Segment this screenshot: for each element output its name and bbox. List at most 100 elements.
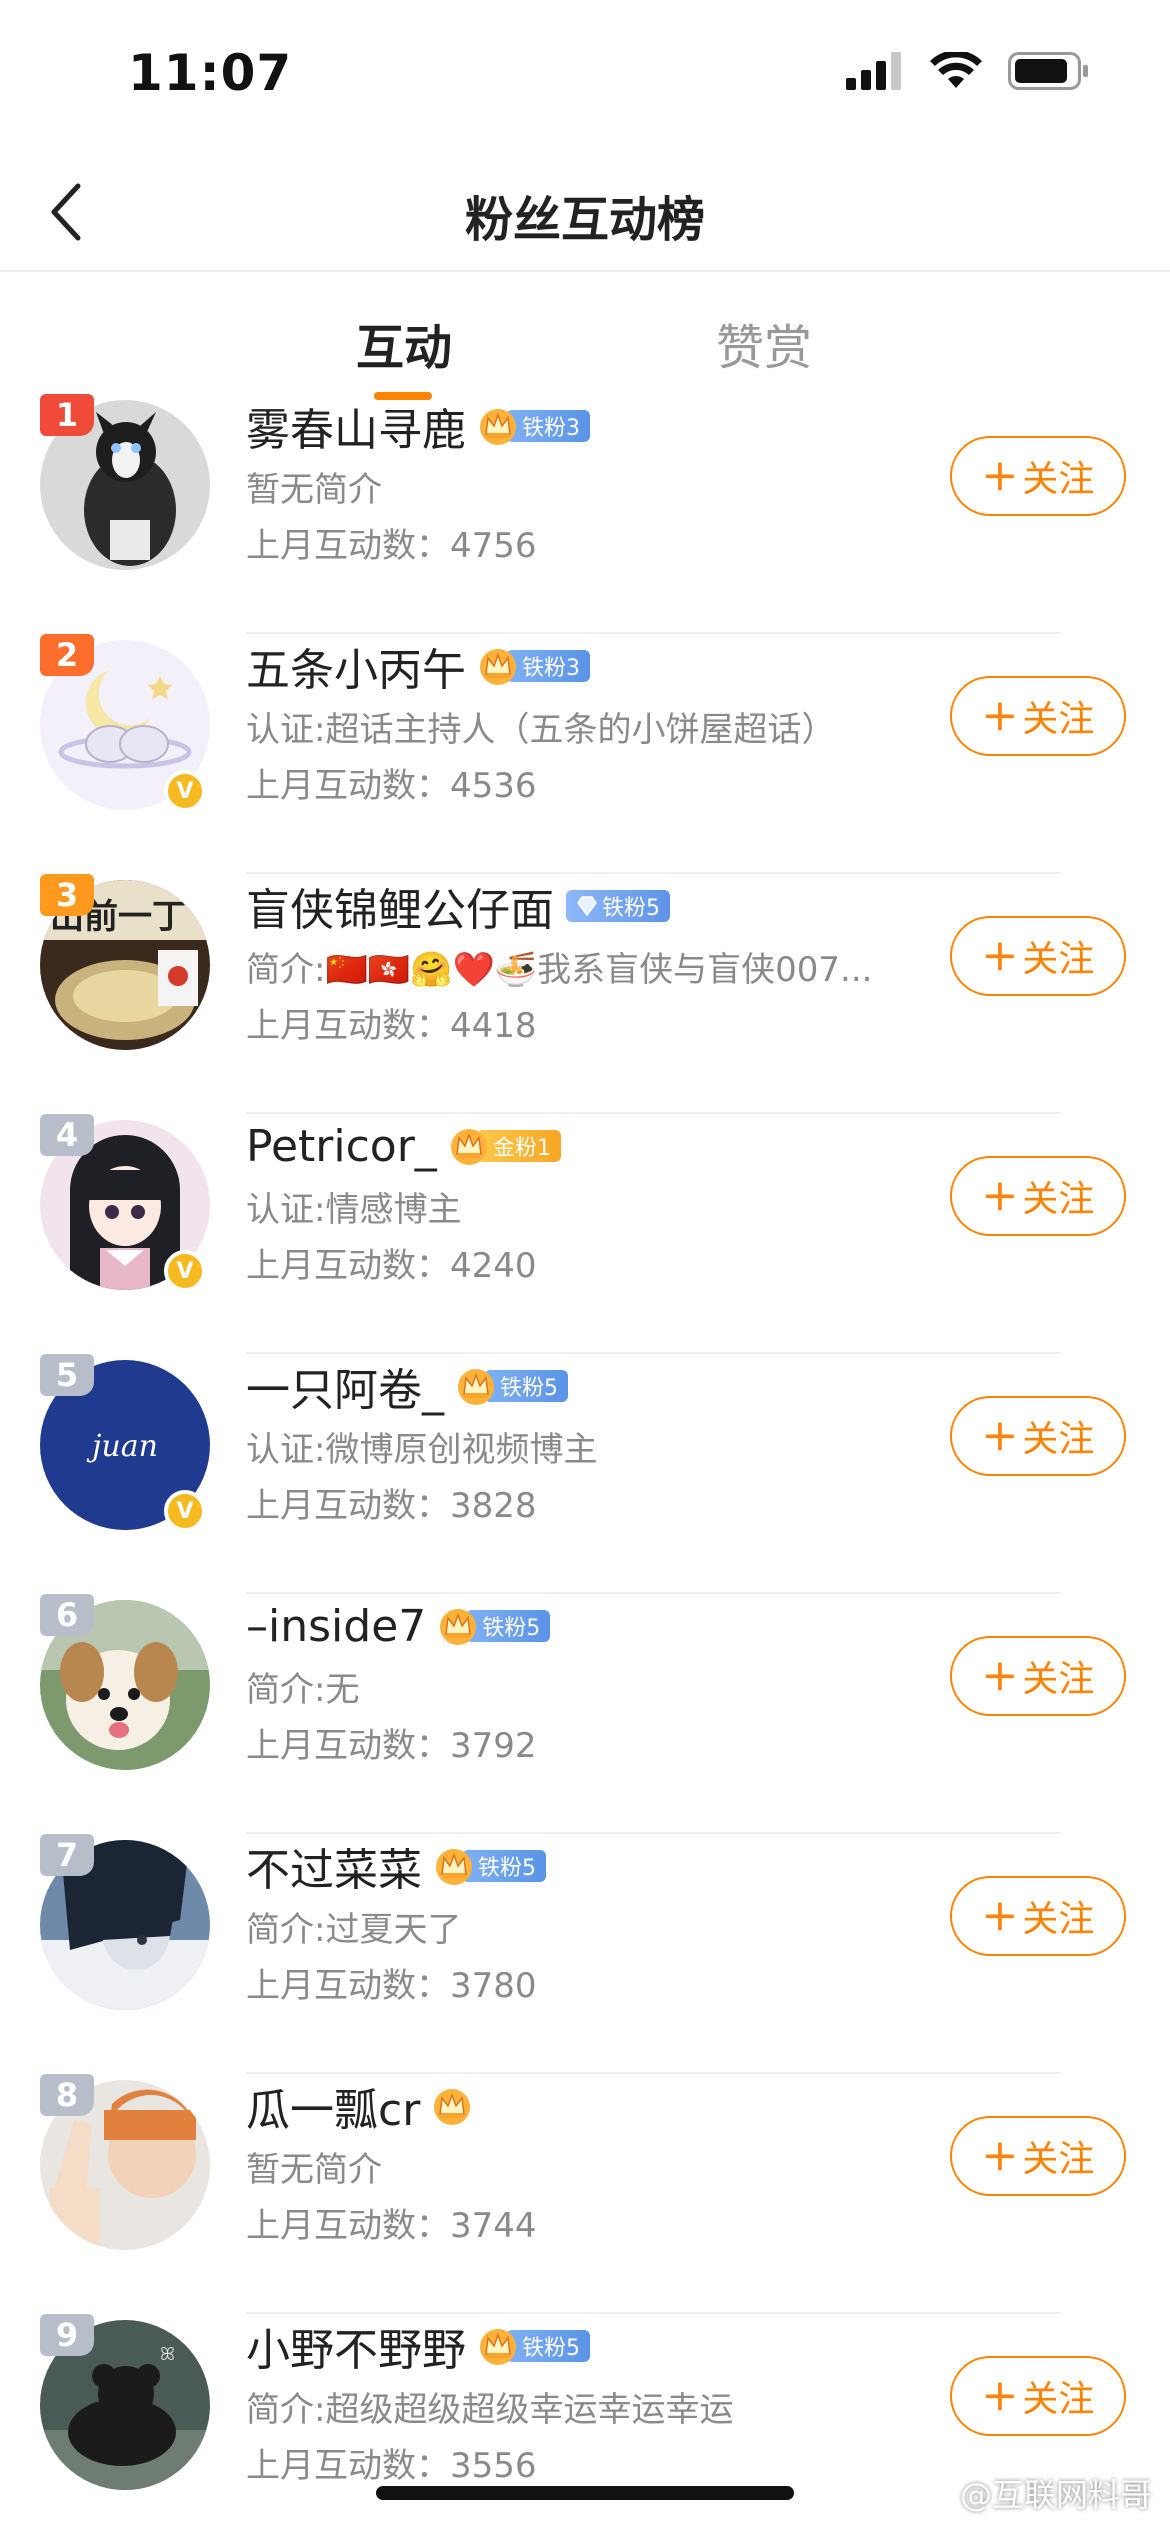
plus-icon: + — [981, 1650, 1019, 1701]
fan-row-3[interactable]: 出前一丁 3 盲侠锦鲤公仔面 铁粉5 简介:🇨🇳🇭🇰🤗❤️🍜我系盲侠与盲侠007... 上… — [0, 874, 1170, 1114]
fan-level-text: 铁粉3 — [506, 650, 590, 682]
plus-icon: + — [981, 1410, 1019, 1461]
crown-icon — [450, 1129, 487, 1165]
crown-icon — [480, 649, 516, 685]
battery-icon — [1008, 52, 1088, 90]
tab-bar: 互动 赞赏 — [0, 300, 1170, 400]
fan-row-8[interactable]: 8 瓜一瓢cr 暂无简介 上月互动数：3744 + 关注 — [0, 2074, 1170, 2314]
user-name[interactable]: 雾春山寻鹿 — [246, 394, 466, 458]
plus-icon: + — [981, 690, 1019, 741]
rank-badge: 6 — [40, 1594, 94, 1636]
fan-level-badge: 铁粉5 — [566, 887, 670, 925]
user-description: 简介:无 — [246, 1670, 360, 1710]
monthly-interaction-count: 上月互动数：4756 — [246, 526, 537, 566]
follow-button[interactable]: + 关注 — [950, 1636, 1126, 1716]
name-line: 一只阿卷_ 铁粉5 — [246, 1354, 568, 1418]
user-description: 认证:微博原创视频博主 — [246, 1430, 598, 1470]
svg-text:ꕤ: ꕤ — [160, 2344, 175, 2365]
status-bar: 11:07 — [0, 0, 1170, 150]
user-description: 认证:情感博主 — [246, 1190, 462, 1230]
rank-badge: 3 — [40, 874, 94, 916]
rank-badge: 5 — [40, 1354, 94, 1396]
follow-button[interactable]: + 关注 — [950, 1156, 1126, 1236]
verified-v-icon: V — [164, 770, 206, 812]
rank-badge: 7 — [40, 1834, 94, 1876]
name-line: 五条小丙午 铁粉3 — [246, 634, 590, 698]
follow-label: 关注 — [1022, 2379, 1095, 2420]
fan-row-7[interactable]: 7 不过菜菜 铁粉5 简介:过夏天了 上月互动数：3780 + 关注 — [0, 1834, 1170, 2074]
fan-row-4[interactable]: 4 V Petricor_ 金粉1 认证:情感博主 上月互动数：4240 + 关注 — [0, 1114, 1170, 1354]
plus-icon: + — [981, 1890, 1019, 1941]
follow-label: 关注 — [1022, 2139, 1095, 2180]
follow-button[interactable]: + 关注 — [950, 2356, 1126, 2436]
name-line: 不过菜菜 铁粉5 — [246, 1834, 546, 1898]
name-line: 小野不野野 铁粉5 — [246, 2314, 590, 2378]
follow-button[interactable]: + 关注 — [950, 436, 1126, 516]
tab-interaction[interactable]: 互动 — [356, 308, 452, 378]
name-line: 雾春山寻鹿 铁粉3 — [246, 394, 590, 458]
user-name[interactable]: 五条小丙午 — [246, 634, 466, 698]
monthly-interaction-count: 上月互动数：4536 — [246, 766, 537, 806]
fan-row-2[interactable]: 2 V 五条小丙午 铁粉3 认证:超话主持人（五条的小饼屋超话） 上月互动数：4536 + 关… — [0, 634, 1170, 874]
status-icons — [846, 52, 1090, 90]
user-name[interactable]: 小野不野野 — [246, 2314, 466, 2378]
follow-label: 关注 — [1022, 939, 1095, 980]
fan-row-1[interactable]: 1 雾春山寻鹿 铁粉3 暂无简介上月互动数：4756 + 关注 — [0, 394, 1170, 634]
user-name[interactable]: –inside7 — [246, 1601, 426, 1652]
wifi-icon — [930, 52, 982, 88]
user-description: 认证:超话主持人（五条的小饼屋超话） — [246, 710, 836, 750]
monthly-interaction-count: 上月互动数：3828 — [246, 1486, 537, 1526]
fan-row-6[interactable]: 6 –inside7 铁粉5 简介:无 上月互动数：3792 + 关注 — [0, 1594, 1170, 1834]
user-name[interactable]: Petricor_ — [246, 1121, 437, 1172]
follow-button[interactable]: + 关注 — [950, 916, 1126, 996]
user-name[interactable]: 盲侠锦鲤公仔面 — [246, 874, 554, 938]
rank-badge: 1 — [40, 394, 94, 436]
user-description: 简介:🇨🇳🇭🇰🤗❤️🍜我系盲侠与盲侠007... — [246, 950, 873, 990]
user-description: 暂无简介 — [246, 470, 382, 510]
follow-button[interactable]: + 关注 — [950, 1876, 1126, 1956]
monthly-interaction-count: 上月互动数：4418 — [246, 1006, 537, 1046]
fan-level-badge: 铁粉5 — [438, 1607, 551, 1645]
fan-level-text: 铁粉3 — [506, 410, 590, 442]
fan-level-badge: 铁粉3 — [478, 407, 590, 445]
user-name[interactable]: 一只阿卷_ — [246, 1354, 444, 1418]
user-name[interactable]: 瓜一瓢cr — [246, 2074, 420, 2138]
svg-text:juan: juan — [86, 1429, 158, 1464]
follow-label: 关注 — [1022, 459, 1095, 500]
plus-icon: + — [981, 2130, 1019, 2181]
weibo-logo-icon — [918, 2480, 954, 2508]
monthly-interaction-count: 上月互动数：4240 — [246, 1246, 537, 1286]
name-line: 瓜一瓢cr — [246, 2074, 472, 2138]
rank-badge: 2 — [40, 634, 94, 676]
tab-reward[interactable]: 赞赏 — [716, 308, 812, 378]
follow-button[interactable]: + 关注 — [950, 2116, 1126, 2196]
fan-level-badge: 铁粉5 — [478, 2327, 590, 2365]
rank-badge: 9 — [40, 2314, 94, 2356]
user-description: 暂无简介 — [246, 2150, 382, 2190]
name-line: –inside7 铁粉5 — [246, 1594, 551, 1658]
name-line: 盲侠锦鲤公仔面 铁粉5 — [246, 874, 670, 938]
fan-level-badge: 铁粉5 — [456, 1367, 568, 1405]
status-time: 11:07 — [128, 44, 293, 102]
fan-level-text: 铁粉5 — [484, 1370, 568, 1402]
user-name[interactable]: 不过菜菜 — [246, 1834, 422, 1898]
plus-icon: + — [981, 450, 1019, 501]
watermark: @互联网料哥 — [918, 2470, 1152, 2516]
follow-button[interactable]: + 关注 — [950, 1396, 1126, 1476]
fan-level-text: 铁粉5 — [602, 896, 660, 921]
fan-row-5[interactable]: juan 5 V 一只阿卷_ 铁粉5 认证:微博原创视频博主 上月互动数：3828 + 关注 — [0, 1354, 1170, 1594]
plus-icon: + — [981, 930, 1019, 981]
follow-button[interactable]: + 关注 — [950, 676, 1126, 756]
crown-icon — [436, 1849, 472, 1885]
nav-bar: 粉丝互动榜 — [0, 150, 1170, 272]
verified-v-icon: V — [164, 1250, 206, 1292]
name-line: Petricor_ 金粉1 — [246, 1114, 561, 1178]
user-description: 简介:过夏天了 — [246, 1910, 462, 1950]
follow-label: 关注 — [1022, 1659, 1095, 1700]
plus-icon: + — [981, 2370, 1019, 2421]
fan-level-text: 铁粉5 — [462, 1850, 546, 1882]
watermark-text: @互联网料哥 — [959, 2476, 1152, 2514]
fan-level-badge — [432, 2087, 472, 2125]
fan-level-badge: 金粉1 — [449, 1127, 561, 1165]
crown-icon — [458, 1369, 494, 1405]
